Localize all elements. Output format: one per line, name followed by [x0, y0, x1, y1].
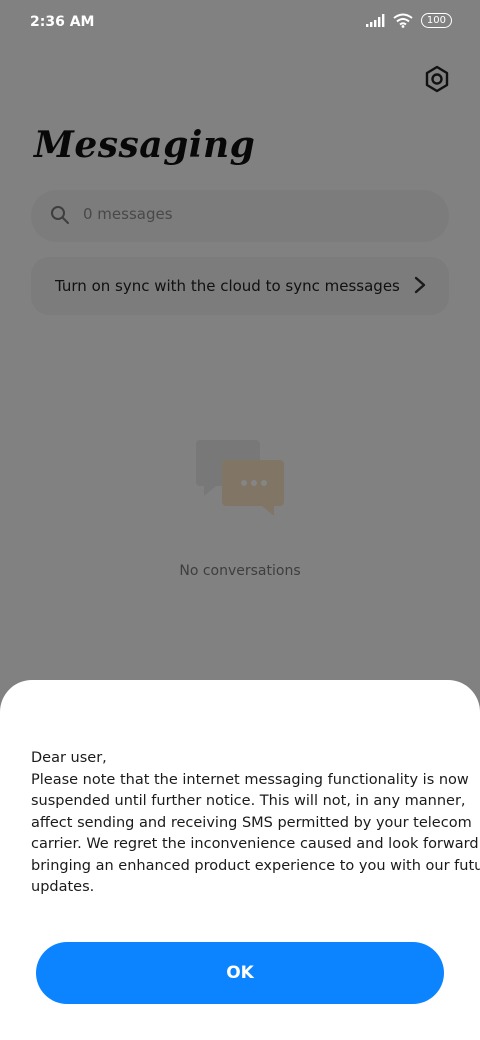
dialog-message: Dear user, Please note that the internet… [31, 748, 480, 899]
ok-button[interactable]: OK [36, 942, 444, 1004]
status-time: 2:36 AM [30, 14, 95, 30]
dialog-message-line: affect sending and receiving SMS permitt… [31, 814, 472, 831]
wifi-icon [393, 13, 413, 28]
dialog-message-line: Dear user, [31, 750, 107, 766]
signal-icon [365, 13, 385, 27]
dialog-message-line: carrier. We regret the inconvenience cau… [31, 836, 480, 852]
dialog-message-line: suspended until further notice. This wil… [31, 793, 466, 809]
battery-icon: 100 [420, 13, 452, 28]
notice-dialog: Dear user, Please note that the internet… [0, 680, 480, 1040]
dialog-message-line: updates. [31, 879, 95, 895]
status-bar: 2:36 AM 100 [0, 0, 480, 44]
dialog-message-line: bringing an enhanced product experience … [31, 857, 480, 874]
dialog-message-line: Please note that the internet messaging … [31, 771, 469, 788]
